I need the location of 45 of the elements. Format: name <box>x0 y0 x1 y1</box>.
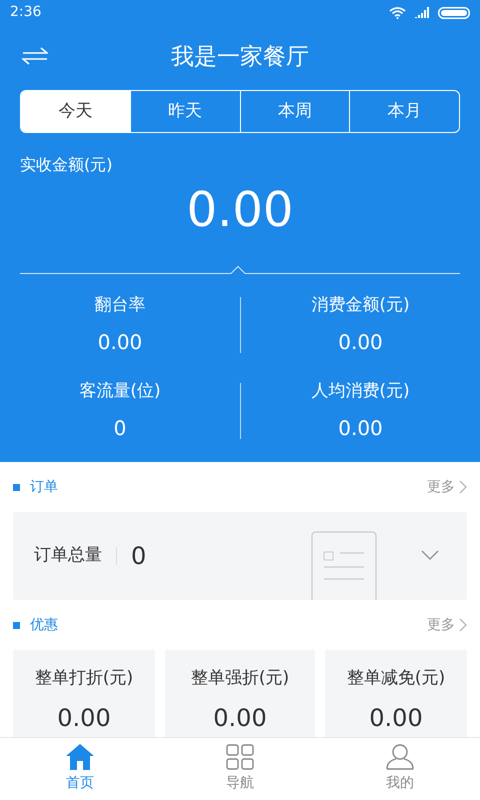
stat-value: 0.00 <box>338 414 383 442</box>
window-title: 我是一家餐厅 <box>171 43 309 72</box>
signal-icon <box>414 7 430 18</box>
battery-icon <box>438 6 470 18</box>
period-tab[interactable]: 昨天 <box>130 91 240 132</box>
section-title: 订单 <box>30 478 58 496</box>
discount-value: 0.00 <box>57 702 111 734</box>
chevron-down-icon[interactable] <box>421 550 439 560</box>
stat-label: 消费金额(元) <box>311 294 410 318</box>
discount-label: 整单打折(元) <box>34 667 134 690</box>
chevron-right-icon <box>459 480 467 494</box>
period-tab[interactable]: 本周 <box>240 91 350 132</box>
status-time: 2:36 <box>10 3 42 22</box>
more-link[interactable]: 更多 <box>427 476 467 498</box>
wifi-icon <box>389 6 406 18</box>
discount-label: 整单强折(元) <box>190 667 290 690</box>
document-icon <box>311 531 377 600</box>
nav-tab[interactable]: 导航 <box>160 738 320 800</box>
period-tab[interactable]: 今天 <box>21 91 130 132</box>
nav-tab[interactable]: 首页 <box>0 738 160 800</box>
order-total-label: 订单总量 <box>34 544 102 568</box>
section-marker <box>13 622 20 628</box>
stat-label: 翻台率 <box>94 294 146 318</box>
more-link[interactable]: 更多 <box>427 614 467 636</box>
switch-icon[interactable] <box>22 47 48 65</box>
stat-value: 0.00 <box>98 328 142 356</box>
revenue-label: 实收金额(元) <box>20 155 112 174</box>
nav-tab[interactable]: 我的 <box>320 738 480 800</box>
stat-value: 0 <box>114 414 126 442</box>
period-tab[interactable]: 本月 <box>349 91 459 132</box>
section-marker <box>13 484 20 490</box>
discount-value: 0.00 <box>213 702 267 734</box>
stat-value: 0.00 <box>338 328 383 356</box>
discount-label: 整单减免(元) <box>346 667 446 690</box>
user-icon <box>386 744 414 770</box>
chevron-right-icon <box>459 618 467 632</box>
order-card[interactable]: 订单总量 0 <box>13 512 467 600</box>
grid-icon <box>226 744 254 770</box>
discount-value: 0.00 <box>369 702 423 734</box>
stat-label: 人均消费(元) <box>311 380 410 404</box>
order-total-value: 0 <box>131 541 146 572</box>
home-icon <box>66 744 94 770</box>
stat-label: 客流量(位) <box>79 380 161 404</box>
revenue-value: 0.00 <box>186 186 294 234</box>
section-title: 优惠 <box>30 616 58 634</box>
